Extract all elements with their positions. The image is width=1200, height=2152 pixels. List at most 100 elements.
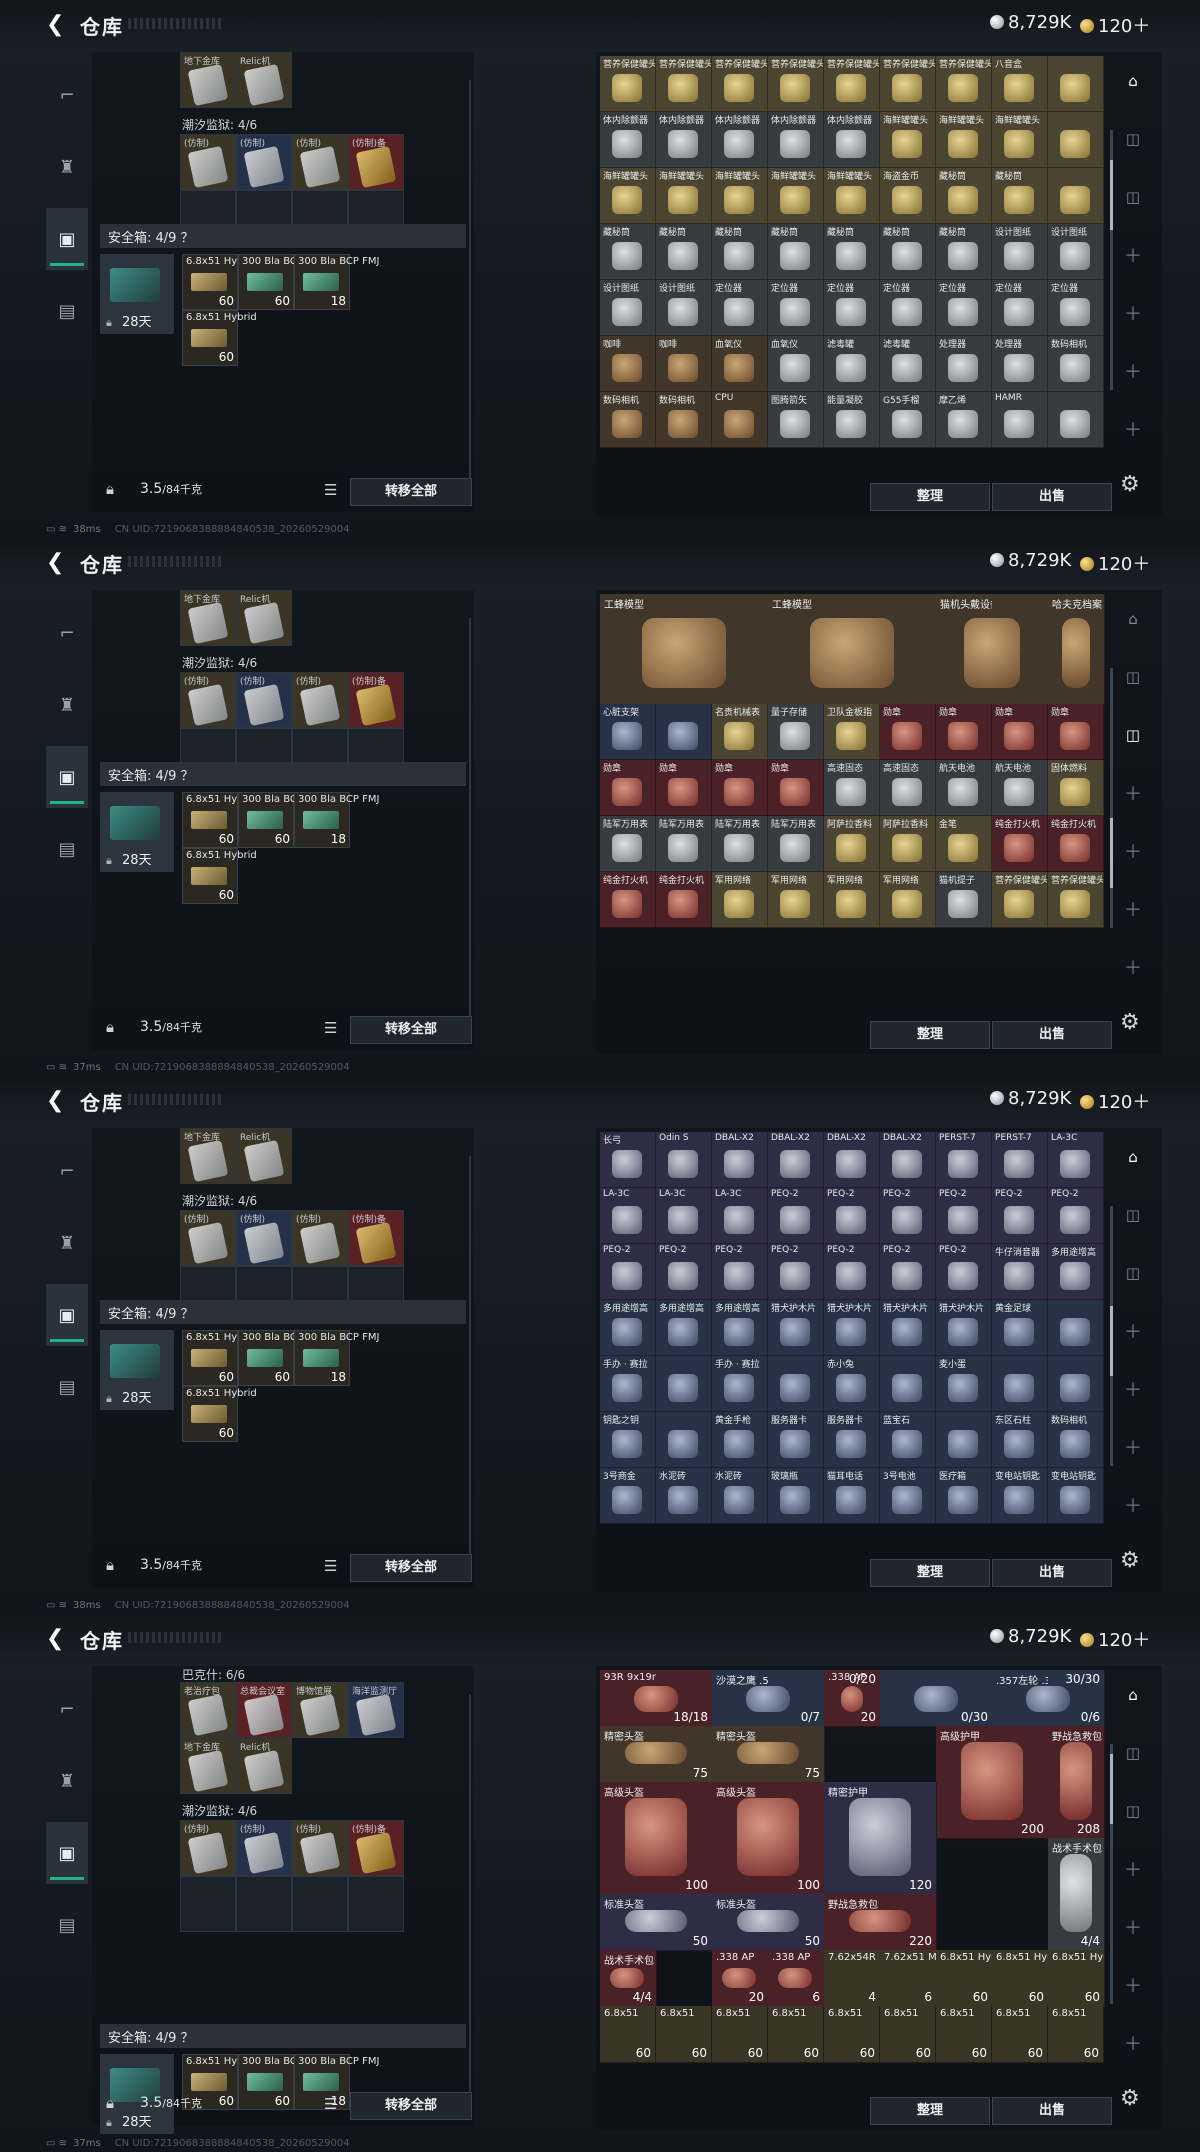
- warehouse-item[interactable]: 藏秘筒: [880, 224, 936, 280]
- ammo-item[interactable]: 6.8x51 Hybrid 60: [936, 1950, 993, 2007]
- lock-icon[interactable]: 🔒︎: [106, 1018, 114, 1036]
- warehouse-item[interactable]: 处理器: [992, 336, 1048, 392]
- warehouse-item[interactable]: 设计图纸: [600, 280, 656, 336]
- warehouse-item[interactable]: 海鲜罐罐头: [992, 112, 1048, 168]
- warehouse-item[interactable]: [880, 1356, 936, 1412]
- side-tab[interactable]: ⌂: [1114, 62, 1152, 100]
- warehouse-item[interactable]: PEQ-2: [768, 1244, 824, 1300]
- warehouse-item[interactable]: 定位器: [824, 280, 880, 336]
- ammo-item[interactable]: 战术手术包 4/4: [600, 1950, 657, 2007]
- warehouse-item[interactable]: 数码相机: [600, 392, 656, 448]
- warehouse-item[interactable]: 海鲜罐罐头: [768, 168, 824, 224]
- transfer-all-button[interactable]: 转移全部: [350, 478, 472, 506]
- warehouse-item[interactable]: 勋章: [880, 704, 936, 760]
- warehouse-item[interactable]: 陆军万用表: [712, 816, 768, 872]
- warehouse-item[interactable]: 手办 · 赛拉: [712, 1356, 768, 1412]
- warehouse-item[interactable]: 心脏支架: [600, 704, 656, 760]
- warehouse-item[interactable]: 咖啡: [656, 336, 712, 392]
- key-item[interactable]: (仿制): [236, 1210, 292, 1266]
- transfer-all-button[interactable]: 转移全部: [350, 1554, 472, 1582]
- weapon-item[interactable]: 沙漠之鹰 .50AE 0/7: [712, 1670, 825, 1727]
- warehouse-item[interactable]: 猎犬护木片: [936, 1300, 992, 1356]
- ammo-item[interactable]: 6.8x51 60: [880, 2006, 936, 2063]
- warehouse-item[interactable]: 猎犬护木片: [880, 1300, 936, 1356]
- nav-backpack-icon[interactable]: ▣: [46, 1822, 88, 1884]
- key-item[interactable]: Relic机: [236, 590, 292, 646]
- ammo-slot[interactable]: 6.8x51 Hybrid 60: [182, 848, 257, 904]
- empty-slot[interactable]: [292, 1876, 348, 1932]
- key-item[interactable]: 地下金库: [180, 1128, 236, 1184]
- ammo-slot[interactable]: 300 Bla BCP FMJ 18: [294, 792, 379, 848]
- nav-case-icon[interactable]: ▤: [46, 1894, 88, 1956]
- sell-button[interactable]: 出售: [992, 483, 1112, 511]
- safe-case[interactable]: 🔒︎ 28天: [100, 254, 174, 334]
- warehouse-item[interactable]: PEQ-2: [936, 1244, 992, 1300]
- warehouse-item[interactable]: 服务器卡: [768, 1412, 824, 1468]
- key-item[interactable]: (仿制)备: [348, 134, 404, 190]
- warehouse-item[interactable]: 定位器: [880, 280, 936, 336]
- warehouse-item[interactable]: 勋章: [992, 704, 1048, 760]
- warehouse-item[interactable]: 陆军万用表: [656, 816, 712, 872]
- warehouse-item[interactable]: [992, 1356, 1048, 1412]
- ammo-item[interactable]: 6.8x51 60: [1048, 2006, 1104, 2063]
- warehouse-item[interactable]: 海鲜罐罐头: [824, 168, 880, 224]
- warehouse-item[interactable]: 航天电池: [992, 760, 1048, 816]
- ammo-item[interactable]: .338 AP 6: [768, 1950, 825, 2007]
- warehouse-item[interactable]: 勋章: [1048, 704, 1104, 760]
- nav-gun-icon[interactable]: ⌐: [46, 64, 88, 126]
- warehouse-item[interactable]: 勋章: [656, 760, 712, 816]
- warehouse-item[interactable]: 设计图纸: [992, 224, 1048, 280]
- warehouse-item[interactable]: 营养保健罐头: [880, 56, 936, 112]
- settings-gear-icon[interactable]: ⚙: [1120, 2086, 1140, 2111]
- ammo-item[interactable]: 6.8x51 60: [936, 2006, 992, 2063]
- warehouse-item[interactable]: 藏秘筒: [936, 224, 992, 280]
- nav-case-icon[interactable]: ▤: [46, 1356, 88, 1418]
- warehouse-item[interactable]: 营养保健罐头: [600, 56, 656, 112]
- warehouse-item[interactable]: 营养保健罐头: [768, 56, 824, 112]
- gear-item[interactable]: 野战急救包 208: [1048, 1726, 1105, 1839]
- transfer-all-button[interactable]: 转移全部: [350, 1016, 472, 1044]
- list-icon[interactable]: ☰: [324, 481, 337, 499]
- warehouse-item[interactable]: 金笔: [936, 816, 992, 872]
- warehouse-item[interactable]: 固体燃料: [1048, 760, 1104, 816]
- warehouse-item[interactable]: 东区石柱: [992, 1412, 1048, 1468]
- ammo-item[interactable]: 6.8x51 60: [656, 2006, 712, 2063]
- warehouse-item[interactable]: 海鲜罐罐头: [600, 168, 656, 224]
- warehouse-item[interactable]: PEQ-2: [936, 1188, 992, 1244]
- ammo-slot[interactable]: 6.8x51 Hybrid 60: [182, 310, 257, 366]
- key-item[interactable]: (仿制): [292, 1210, 348, 1266]
- warehouse-item[interactable]: 水泥砖: [712, 1468, 768, 1524]
- side-tab[interactable]: ＋: [1114, 890, 1152, 928]
- safe-case[interactable]: 🔒︎ 28天: [100, 1330, 174, 1410]
- gear-item[interactable]: 精密护甲 120: [824, 1782, 937, 1895]
- gold-currency[interactable]: 120＋: [1080, 550, 1150, 576]
- warehouse-item[interactable]: LA-3C: [712, 1188, 768, 1244]
- warehouse-item[interactable]: 海鲜罐罐头: [936, 112, 992, 168]
- large-item[interactable]: 工蜂模型: [768, 594, 937, 705]
- warehouse-item[interactable]: [1048, 112, 1104, 168]
- side-tab[interactable]: ◫: [1114, 658, 1152, 696]
- side-tab[interactable]: ◫: [1114, 1254, 1152, 1292]
- ammo-item[interactable]: 6.8x51 60: [768, 2006, 824, 2063]
- side-tab[interactable]: ◫: [1114, 1734, 1152, 1772]
- warehouse-item[interactable]: 八音盒: [992, 56, 1048, 112]
- warehouse-item[interactable]: 猫机提子: [936, 872, 992, 928]
- large-item[interactable]: 猫机头戴设备: [936, 594, 1049, 705]
- warehouse-item[interactable]: PERST-7: [992, 1132, 1048, 1188]
- warehouse-item[interactable]: DBAL-X2: [768, 1132, 824, 1188]
- warehouse-item[interactable]: 钥匙之钥: [600, 1412, 656, 1468]
- weapon-item[interactable]: 93R 9x19mm 18/18: [600, 1670, 713, 1727]
- key-item[interactable]: (仿制)备: [348, 1820, 404, 1876]
- warehouse-item[interactable]: 藏秘筒: [656, 224, 712, 280]
- warehouse-item[interactable]: 营养保健罐头: [656, 56, 712, 112]
- warehouse-item[interactable]: 军用网络: [768, 872, 824, 928]
- key-item[interactable]: (仿制): [236, 134, 292, 190]
- key-item[interactable]: (仿制)备: [348, 672, 404, 728]
- warehouse-item[interactable]: 海鲜罐罐头: [880, 112, 936, 168]
- gear-item[interactable]: 标准头盔 50: [600, 1894, 713, 1951]
- warehouse-item[interactable]: 藏秘筒: [712, 224, 768, 280]
- side-tab[interactable]: ＋: [1114, 948, 1152, 986]
- warehouse-item[interactable]: 长弓: [600, 1132, 656, 1188]
- warehouse-item[interactable]: 纯金打火机: [600, 872, 656, 928]
- side-tab[interactable]: ＋: [1114, 1370, 1152, 1408]
